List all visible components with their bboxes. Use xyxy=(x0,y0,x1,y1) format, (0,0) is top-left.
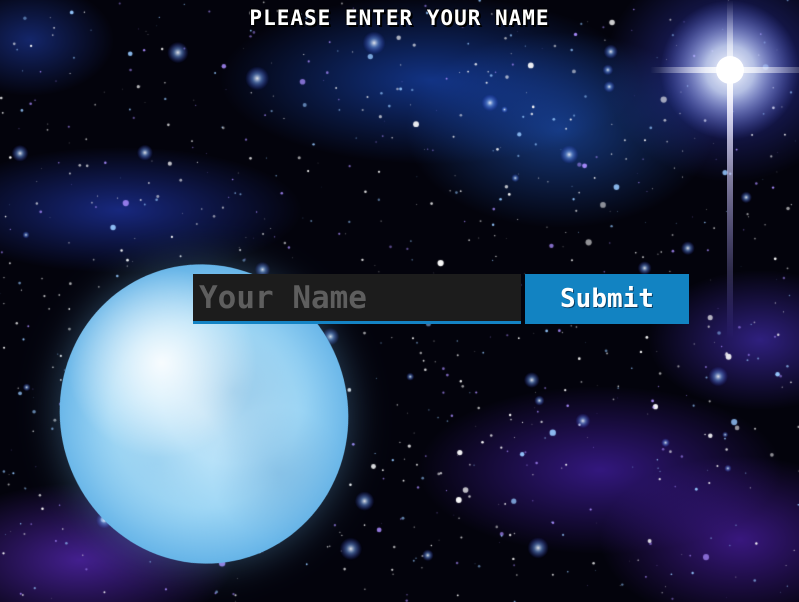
submit-button[interactable]: Submit xyxy=(525,274,689,324)
name-entry-form: Submit xyxy=(193,274,689,324)
space-background: PLEASE ENTER YOUR NAME Submit xyxy=(0,0,799,602)
page-title: PLEASE ENTER YOUR NAME xyxy=(249,6,550,30)
name-input[interactable] xyxy=(193,274,521,324)
